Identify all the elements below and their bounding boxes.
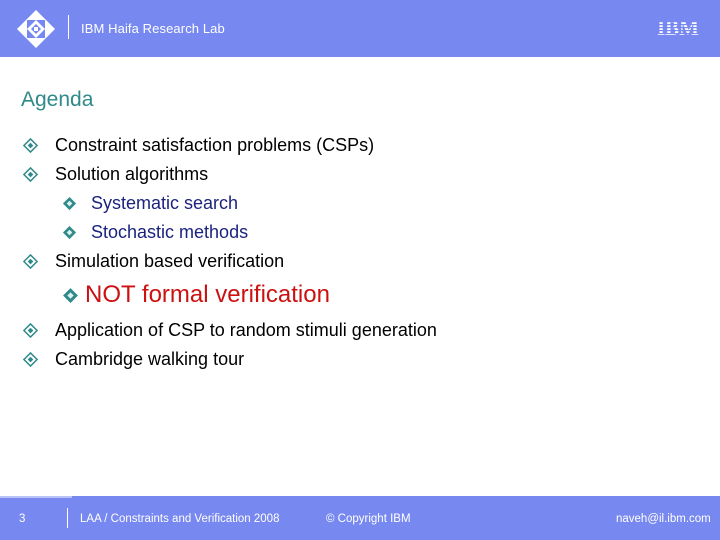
diamond-bullet-icon [23, 352, 38, 367]
agenda-subitem: Stochastic methods [62, 222, 248, 243]
agenda-item: Constraint satisfaction problems (CSPs) [23, 135, 374, 156]
diamond-bullet-icon [62, 196, 77, 211]
footer-highlight [0, 496, 72, 498]
agenda-item-text: Cambridge walking tour [55, 349, 245, 369]
diamond-bullet-icon [62, 225, 77, 240]
page-number: 3 [19, 513, 26, 525]
diamond-bullet-icon [63, 287, 78, 303]
copyright: © Copyright IBM [326, 513, 411, 525]
course-title: LAA / Constraints and Verification 2008 [80, 513, 280, 525]
agenda-item-text: Application of CSP to random stimuli gen… [55, 320, 437, 340]
header-divider [68, 15, 69, 39]
agenda-item-text: Stochastic methods [91, 222, 249, 242]
lab-name: IBM Haifa Research Lab [81, 21, 225, 36]
contact-email: naveh@il.ibm.com [616, 513, 711, 525]
agenda-emphasis-item: NOT formal verification [62, 281, 330, 309]
agenda-item-text: Constraint satisfaction problems (CSPs) [55, 135, 375, 155]
agenda-item-text: Systematic search [91, 193, 239, 213]
agenda-item: Application of CSP to random stimuli gen… [23, 320, 437, 341]
agenda-item-text: Simulation based verification [55, 251, 285, 271]
agenda-item-text: Solution algorithms [55, 164, 209, 184]
ibm-logo-icon: IBM [652, 18, 704, 38]
footer-divider [67, 508, 68, 528]
slide-title: Agenda [21, 88, 94, 111]
agenda-item: Simulation based verification [23, 251, 284, 272]
agenda-subitem: Systematic search [62, 193, 238, 214]
diamond-bullet-icon [23, 138, 38, 153]
agenda-item-text: NOT formal verification [85, 281, 330, 308]
diamond-bullet-icon [23, 254, 38, 269]
ibm-research-logo-icon [17, 10, 55, 48]
agenda-item: Cambridge walking tour [23, 349, 244, 370]
diamond-bullet-icon [23, 167, 38, 182]
agenda-item: Solution algorithms [23, 164, 208, 185]
diamond-bullet-icon [23, 323, 38, 338]
